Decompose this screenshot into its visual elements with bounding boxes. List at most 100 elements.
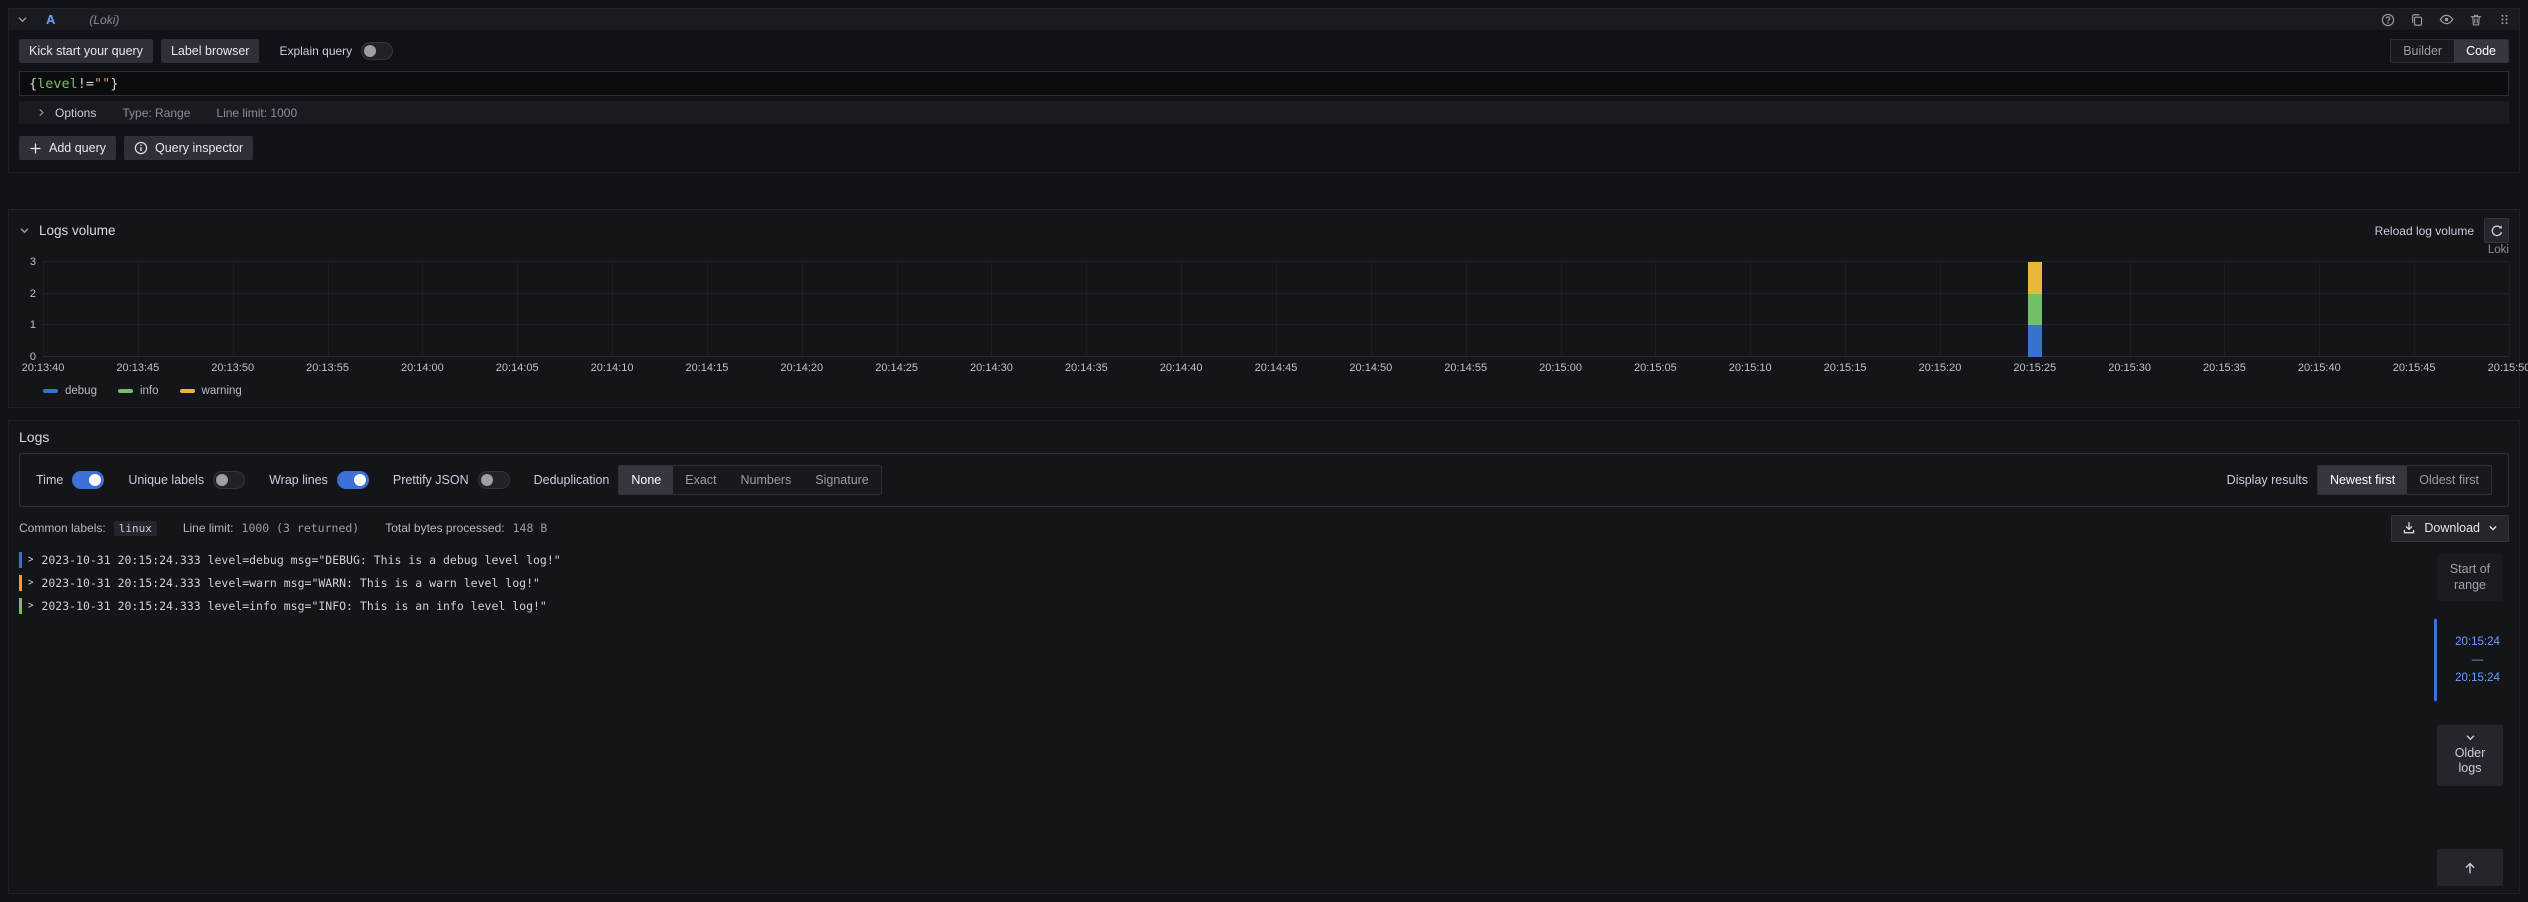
copy-query-icon[interactable] <box>2410 13 2424 27</box>
dedup-option-none[interactable]: None <box>619 466 673 494</box>
trash-icon[interactable] <box>2469 13 2483 27</box>
reload-log-volume-button[interactable] <box>2484 218 2509 243</box>
help-icon[interactable] <box>2381 13 2395 27</box>
options-collapse-button[interactable]: Options <box>37 106 96 120</box>
legend-label: info <box>140 385 159 397</box>
x-axis-label: 20:15:25 <box>2013 362 2056 374</box>
editor-mode-switch: BuilderCode <box>2390 39 2509 63</box>
range-timeline: 20:15:24 — 20:15:24 <box>2431 619 2509 701</box>
y-axis-label: 1 <box>30 319 36 331</box>
query-secondary-actions: Add query Query inspector <box>19 136 2509 160</box>
legend-item-warning[interactable]: warning <box>180 385 242 397</box>
eye-icon[interactable] <box>2439 12 2454 27</box>
bar-segment-debug[interactable] <box>2028 325 2042 357</box>
log-control-wrap-lines: Wrap lines <box>269 471 369 489</box>
x-axis-label: 20:15:00 <box>1539 362 1582 374</box>
info-circle-icon <box>134 141 148 155</box>
legend-item-debug[interactable]: debug <box>43 385 97 397</box>
dedup-option-numbers[interactable]: Numbers <box>729 466 804 494</box>
line-limit-item: Line limit: 1000 (3 returned) <box>183 521 359 535</box>
gridline-vertical <box>1561 262 1562 357</box>
toggle-time[interactable] <box>72 471 104 489</box>
x-axis-label: 20:14:00 <box>401 362 444 374</box>
download-button[interactable]: Download <box>2391 515 2509 542</box>
query-editor-panel: A (Loki) <box>8 8 2520 173</box>
explain-query-control: Explain query <box>279 42 393 60</box>
gridline-vertical <box>1655 262 1656 357</box>
timeline-timestamps: 20:15:24 — 20:15:24 <box>2446 619 2509 701</box>
collapse-chevron-icon[interactable] <box>17 14 28 25</box>
x-axis-label: 20:13:45 <box>116 362 159 374</box>
query-token-operator: != <box>78 76 94 92</box>
gridline-vertical <box>1276 262 1277 357</box>
x-axis-label: 20:15:05 <box>1634 362 1677 374</box>
gridline-vertical <box>2319 262 2320 357</box>
toggle-label: Unique labels <box>128 473 204 487</box>
explain-query-toggle[interactable] <box>361 42 393 60</box>
query-inspector-label: Query inspector <box>155 141 243 155</box>
gridline-vertical <box>43 262 44 357</box>
sort-option-newest-first[interactable]: Newest first <box>2318 466 2407 494</box>
gridline-vertical <box>138 262 139 357</box>
reload-log-volume-label: Reload log volume <box>2375 224 2474 238</box>
bar-segment-info[interactable] <box>2028 294 2042 326</box>
start-of-range-button[interactable]: Start of range <box>2437 554 2503 601</box>
editor-mode-builder[interactable]: Builder <box>2391 40 2454 62</box>
x-axis-label: 20:15:30 <box>2108 362 2151 374</box>
gridline-vertical <box>517 262 518 357</box>
x-axis-label: 20:15:50 <box>2488 362 2528 374</box>
query-code-input[interactable]: {level!=""} <box>19 71 2509 96</box>
gridline-vertical <box>802 262 803 357</box>
logs-volume-chart: 0123 <box>19 262 2509 357</box>
legend-item-info[interactable]: info <box>118 385 159 397</box>
log-row-info[interactable]: >2023-10-31 20:15:24.333 level=info msg=… <box>19 598 2423 614</box>
kick-start-query-button[interactable]: Kick start your query <box>19 39 153 63</box>
query-token-punct: } <box>110 76 118 92</box>
query-header-actions <box>2381 12 2511 27</box>
gridline-vertical <box>707 262 708 357</box>
range-start-timestamp[interactable]: 20:15:24 <box>2455 636 2500 648</box>
add-query-button[interactable]: Add query <box>19 136 116 160</box>
toggle-unique-labels[interactable] <box>213 471 245 489</box>
deduplication-control: Deduplication NoneExactNumbersSignature <box>534 465 882 495</box>
gridline-vertical <box>612 262 613 357</box>
scroll-to-top-button[interactable] <box>2437 849 2503 886</box>
expand-row-chevron-icon: > <box>28 600 33 612</box>
plus-icon <box>29 142 42 155</box>
query-token-punct: { <box>29 76 37 92</box>
logs-controls-bar: TimeUnique labelsWrap linesPrettify JSON… <box>19 453 2509 507</box>
dedup-option-exact[interactable]: Exact <box>673 466 728 494</box>
query-toolbar: Kick start your query Label browser Expl… <box>19 39 2509 63</box>
gridline-vertical <box>2130 262 2131 357</box>
label-browser-button[interactable]: Label browser <box>161 39 260 63</box>
bar-segment-warning[interactable] <box>2028 262 2042 294</box>
log-row-warn[interactable]: >2023-10-31 20:15:24.333 level=warn msg=… <box>19 575 2423 591</box>
editor-mode-code[interactable]: Code <box>2454 40 2508 62</box>
logs-volume-collapse-button[interactable]: Logs volume <box>19 223 116 238</box>
logs-volume-panel: Logs volume Reload log volume Loki 0123 … <box>8 209 2520 408</box>
gridline-vertical <box>1086 262 1087 357</box>
older-logs-button[interactable]: Older logs <box>2437 725 2503 786</box>
toggle-wrap-lines[interactable] <box>337 471 369 489</box>
dedup-option-signature[interactable]: Signature <box>803 466 881 494</box>
range-end-timestamp[interactable]: 20:15:24 <box>2455 672 2500 684</box>
common-labels-badge: linux <box>114 521 157 536</box>
y-axis-label: 2 <box>30 288 36 300</box>
query-inspector-button[interactable]: Query inspector <box>124 136 253 160</box>
log-row-debug[interactable]: >2023-10-31 20:15:24.333 level=debug msg… <box>19 552 2423 568</box>
toggle-knob <box>216 474 228 486</box>
gridline-vertical <box>2224 262 2225 357</box>
sort-option-oldest-first[interactable]: Oldest first <box>2407 466 2491 494</box>
range-separator: — <box>2472 654 2484 666</box>
drag-handle-icon[interactable] <box>2498 13 2511 26</box>
gridline-vertical <box>422 262 423 357</box>
query-ref-id: A <box>46 12 55 27</box>
toggle-prettify-json[interactable] <box>478 471 510 489</box>
toggle-label: Wrap lines <box>269 473 328 487</box>
chart-x-axis: 20:13:4020:13:4520:13:5020:13:5520:14:00… <box>43 362 2509 378</box>
x-axis-label: 20:13:40 <box>22 362 65 374</box>
logs-volume-actions: Reload log volume <box>2375 218 2509 243</box>
query-token-string: "" <box>94 76 110 92</box>
x-axis-label: 20:13:50 <box>211 362 254 374</box>
gridline-vertical <box>2414 262 2415 357</box>
